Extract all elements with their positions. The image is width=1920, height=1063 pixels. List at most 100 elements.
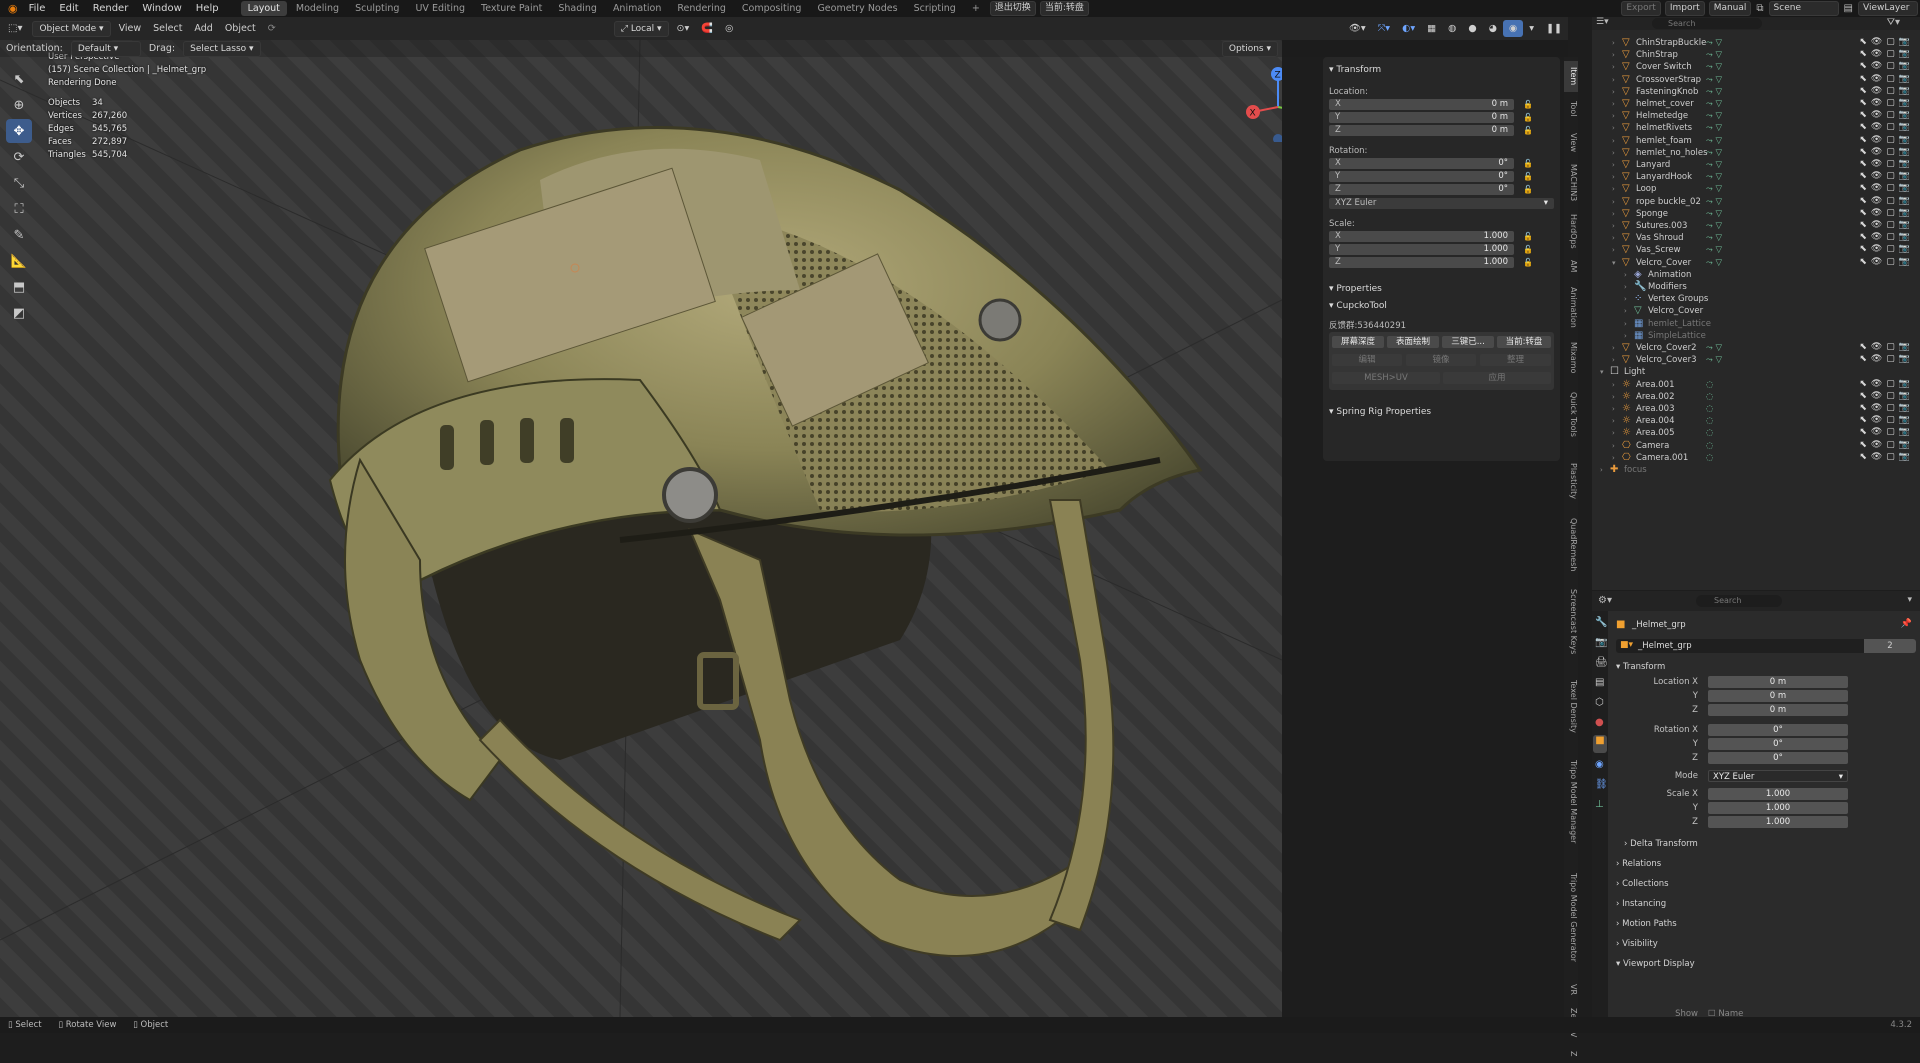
modifier-data-icon[interactable]: ⤳ ▽	[1706, 148, 1722, 158]
expand-toggle-icon[interactable]: ›	[1612, 149, 1615, 157]
tab-layout[interactable]: Layout	[240, 1, 287, 16]
shading-material-icon[interactable]: ◕	[1483, 20, 1503, 37]
tab-scripting[interactable]: Scripting	[907, 1, 963, 16]
visibility-header[interactable]: › Visibility	[1616, 939, 1658, 949]
scene-tab-icon[interactable]: ⬡	[1595, 697, 1604, 708]
prop-rotation-x[interactable]: 0°	[1708, 724, 1848, 736]
modifier-data-icon[interactable]: ⤳ ▽	[1706, 343, 1722, 353]
expand-toggle-icon[interactable]: ›	[1624, 271, 1627, 279]
visibility-toggle-icon[interactable]: ⬉👁▢📷	[1859, 183, 1914, 193]
scale-z-field[interactable]: Z 1.000	[1329, 257, 1514, 268]
constraints-tab-icon[interactable]: ⛓	[1595, 779, 1608, 790]
transform-orientation-selector[interactable]: ⤢ Local ▾	[613, 20, 669, 37]
expand-toggle-icon[interactable]: ›	[1612, 381, 1615, 389]
expand-toggle-icon[interactable]: ›	[1612, 137, 1615, 145]
menu-object[interactable]: Object	[219, 20, 262, 37]
modifier-data-icon[interactable]: ⤳ ▽	[1706, 233, 1722, 243]
expand-toggle-icon[interactable]: ›	[1624, 295, 1627, 303]
menu-window[interactable]: Window	[135, 0, 188, 17]
properties-section-header[interactable]: ▾ Properties	[1329, 284, 1382, 294]
expand-toggle-icon[interactable]: ›	[1612, 454, 1615, 462]
expand-toggle-icon[interactable]: ›	[1612, 88, 1615, 96]
tab-modeling[interactable]: Modeling	[289, 1, 346, 16]
modifier-data-icon[interactable]: ⤳ ▽	[1706, 258, 1722, 268]
extra-tool-icon[interactable]: ◩	[6, 301, 32, 325]
lock-icon[interactable]: 🔓	[1523, 159, 1533, 168]
expand-toggle-icon[interactable]: ›	[1600, 466, 1603, 474]
orientation-selector[interactable]: Default ▾	[70, 40, 141, 57]
visibility-icon[interactable]: 👁▾	[1343, 20, 1372, 37]
menu-select[interactable]: Select	[147, 20, 188, 37]
scale-x-field[interactable]: X 1.000	[1329, 231, 1514, 242]
pivot-icon[interactable]: ⊙▾	[671, 20, 696, 37]
modifier-data-icon[interactable]: ◌	[1706, 404, 1713, 414]
visibility-toggle-icon[interactable]: ⬉👁▢📷	[1859, 257, 1914, 267]
sidebar-tab-tripo-model-generator[interactable]: Tripo Model Generator	[1564, 858, 1578, 977]
cupcko-button-apply[interactable]: 应用	[1443, 372, 1551, 384]
modifier-data-icon[interactable]: ◌	[1706, 453, 1713, 463]
visibility-toggle-icon[interactable]: ⬉👁▢📷	[1859, 74, 1914, 84]
cursor-tool-icon[interactable]: ⊕	[6, 93, 32, 117]
lock-icon[interactable]: 🔓	[1523, 232, 1533, 241]
sidebar-tab-tool[interactable]: Tool	[1564, 94, 1578, 125]
visibility-toggle-icon[interactable]: ⬉👁▢📷	[1859, 135, 1914, 145]
sidebar-tab-item[interactable]: Item	[1564, 61, 1578, 92]
prop-location-z[interactable]: 0 m	[1708, 704, 1848, 716]
visibility-toggle-icon[interactable]: ⬉👁▢📷	[1859, 208, 1914, 218]
snap-icon[interactable]: 🧲	[695, 20, 719, 37]
export-button[interactable]: Export	[1621, 1, 1661, 16]
modifier-data-icon[interactable]: ⤳ ▽	[1706, 221, 1722, 231]
filter-icon[interactable]: ⛛▾	[1887, 17, 1900, 28]
sidebar-tab-screencast-keys[interactable]: Screencast Keys	[1564, 578, 1578, 666]
modifier-data-icon[interactable]: ⤳ ▽	[1706, 355, 1722, 365]
shading-solid-icon[interactable]: ●	[1462, 20, 1482, 37]
prop-scale-z[interactable]: 1.000	[1708, 816, 1848, 828]
expand-toggle-icon[interactable]: ›	[1624, 332, 1627, 340]
modifier-data-icon[interactable]: ⤳ ▽	[1706, 123, 1722, 133]
expand-toggle-icon[interactable]: ›	[1612, 393, 1615, 401]
prop-rotation-y[interactable]: 0°	[1708, 738, 1848, 750]
visibility-toggle-icon[interactable]: ⬉👁▢📷	[1859, 37, 1914, 47]
sidebar-tab-view[interactable]: View	[1564, 127, 1578, 158]
scale-y-field[interactable]: Y 1.000	[1329, 244, 1514, 255]
menu-file[interactable]: File	[22, 0, 53, 17]
prop-scale-y[interactable]: 1.000	[1708, 802, 1848, 814]
expand-toggle-icon[interactable]: ▾	[1600, 368, 1604, 376]
lock-icon[interactable]: 🔓	[1523, 113, 1533, 122]
sidebar-tab-mixamo[interactable]: Mixamo	[1564, 337, 1578, 378]
visibility-toggle-icon[interactable]: ⬉👁▢📷	[1859, 415, 1914, 425]
modifier-data-icon[interactable]: ⤳ ▽	[1706, 172, 1722, 182]
modifier-data-icon[interactable]: ⤳ ▽	[1706, 62, 1722, 72]
visibility-toggle-icon[interactable]: ⬉👁▢📷	[1859, 379, 1914, 389]
modifier-data-icon[interactable]: ⤳ ▽	[1706, 209, 1722, 219]
outliner-row[interactable]: › ✚ focus	[1592, 463, 1920, 478]
modifier-data-icon[interactable]: ⤳ ▽	[1706, 38, 1722, 48]
cupcko-button-three-key[interactable]: 三键已...	[1442, 336, 1494, 348]
spring-rig-section-header[interactable]: ▾ Spring Rig Properties	[1329, 407, 1431, 417]
visibility-toggle-icon[interactable]: ⬉👁▢📷	[1859, 391, 1914, 401]
output-tab-icon[interactable]: 🖨	[1595, 657, 1608, 668]
options-dropdown[interactable]: Options ▾	[1221, 40, 1278, 57]
misc-icon[interactable]: ⟳	[262, 20, 282, 37]
expand-toggle-icon[interactable]: ▾	[1612, 259, 1616, 267]
physics-tab-icon[interactable]: ◉	[1595, 759, 1604, 770]
visibility-toggle-icon[interactable]: ⬉👁▢📷	[1859, 232, 1914, 242]
cupcko-button-mesh-uv[interactable]: MESH>UV	[1332, 372, 1440, 384]
transform-panel-header[interactable]: ▾ Transform	[1616, 662, 1665, 672]
prop-location-x[interactable]: 0 m	[1708, 676, 1848, 688]
modifier-data-icon[interactable]: ⤳ ▽	[1706, 184, 1722, 194]
select-tool-icon[interactable]: ⬉	[6, 67, 32, 91]
collections-header[interactable]: › Collections	[1616, 879, 1669, 889]
expand-toggle-icon[interactable]: ›	[1612, 222, 1615, 230]
prop-rotation-mode[interactable]: XYZ Euler ▾	[1708, 770, 1848, 782]
modifier-data-icon[interactable]: ◌	[1706, 428, 1713, 438]
scene-selector[interactable]: Scene	[1768, 1, 1839, 16]
expand-toggle-icon[interactable]: ›	[1612, 246, 1615, 254]
expand-toggle-icon[interactable]: ›	[1612, 112, 1615, 120]
show-name-checkbox[interactable]: ☐ Name	[1708, 1009, 1743, 1017]
modifier-data-icon[interactable]: ⤳ ▽	[1706, 99, 1722, 109]
cupcko-button-screen-depth[interactable]: 屏幕深度	[1332, 336, 1384, 348]
visibility-toggle-icon[interactable]: ⬉👁▢📷	[1859, 244, 1914, 254]
transform-section-header[interactable]: ▾ Transform	[1329, 65, 1381, 75]
expand-toggle-icon[interactable]: ›	[1624, 307, 1627, 315]
